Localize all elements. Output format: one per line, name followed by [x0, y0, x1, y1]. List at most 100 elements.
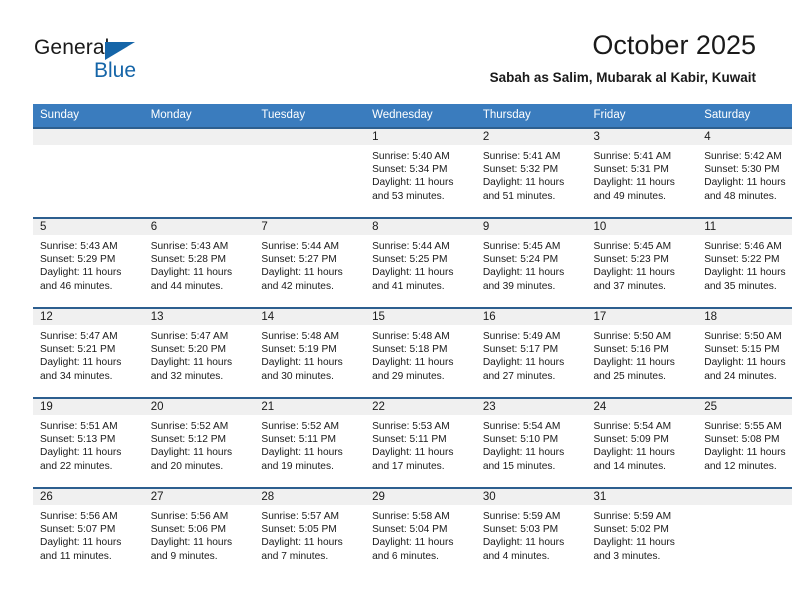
calendar-day-cell[interactable]: 22 Sunrise: 5:53 AM Sunset: 5:11 PM Dayligh…	[365, 397, 476, 488]
daylight-duration-line1: Daylight: 11 hours	[40, 537, 122, 549]
weekday-header-wednesday: Wednesday	[365, 104, 476, 128]
daylight-duration-line1: Daylight: 11 hours	[372, 447, 454, 459]
daylight-duration-line2: and 19 minutes.	[261, 460, 334, 472]
calendar-day-cell[interactable]: 24 Sunrise: 5:54 AM Sunset: 5:09 PM Dayligh…	[586, 397, 698, 488]
calendar-day-cell[interactable]: 29 Sunrise: 5:58 AM Sunset: 5:04 PM Dayligh…	[365, 487, 476, 577]
calendar-day-cell-empty	[33, 127, 144, 218]
calendar-day-cell[interactable]: 23 Sunrise: 5:54 AM Sunset: 5:10 PM Dayligh…	[475, 397, 587, 488]
day-details: Sunrise: 5:41 AM Sunset: 5:32 PM Daylight:…	[476, 145, 587, 203]
day-details: Sunrise: 5:50 AM Sunset: 5:16 PM Daylight:…	[587, 325, 698, 383]
sunrise-time: Sunrise: 5:44 AM	[261, 241, 339, 252]
day-details: Sunrise: 5:52 AM Sunset: 5:12 PM Daylight:…	[144, 415, 255, 473]
calendar-day-cell[interactable]: 2 Sunrise: 5:41 AM Sunset: 5:32 PM Daylight…	[475, 127, 587, 218]
calendar-day-cell[interactable]: 13 Sunrise: 5:47 AM Sunset: 5:20 PM Dayligh…	[143, 307, 255, 398]
sunset-time: Sunset: 5:15 PM	[704, 344, 780, 356]
daylight-duration-line2: and 34 minutes.	[40, 370, 113, 382]
calendar-day-cell[interactable]: 5 Sunrise: 5:43 AM Sunset: 5:29 PM Daylight…	[33, 217, 144, 308]
daylight-duration-line1: Daylight: 11 hours	[372, 537, 454, 549]
day-details: Sunrise: 5:51 AM Sunset: 5:13 PM Daylight:…	[33, 415, 144, 473]
calendar-day-cell[interactable]: 4 Sunrise: 5:42 AM Sunset: 5:30 PM Daylight…	[697, 127, 792, 218]
calendar-day-cell[interactable]: 17 Sunrise: 5:50 AM Sunset: 5:16 PM Dayligh…	[586, 307, 698, 398]
calendar-day-cell[interactable]: 27 Sunrise: 5:56 AM Sunset: 5:06 PM Dayligh…	[143, 487, 255, 577]
calendar-day-cell[interactable]: 20 Sunrise: 5:52 AM Sunset: 5:12 PM Dayligh…	[143, 397, 255, 488]
day-details: Sunrise: 5:47 AM Sunset: 5:21 PM Daylight:…	[33, 325, 144, 383]
daylight-duration-line2: and 9 minutes.	[150, 550, 218, 562]
daylight-duration-line2: and 22 minutes.	[40, 460, 113, 472]
day-details: Sunrise: 5:59 AM Sunset: 5:03 PM Daylight:…	[476, 505, 587, 563]
day-details: Sunrise: 5:45 AM Sunset: 5:24 PM Daylight:…	[476, 235, 587, 293]
calendar-day-cell[interactable]: 30 Sunrise: 5:59 AM Sunset: 5:03 PM Dayligh…	[475, 487, 587, 577]
day-details: Sunrise: 5:53 AM Sunset: 5:11 PM Daylight:…	[365, 415, 476, 473]
day-number: 18	[697, 309, 792, 325]
day-number: 9	[475, 219, 587, 235]
sunrise-time: Sunrise: 5:57 AM	[261, 511, 339, 522]
calendar-day-cell[interactable]: 25 Sunrise: 5:55 AM Sunset: 5:08 PM Dayligh…	[697, 397, 792, 488]
day-number: 7	[254, 219, 366, 235]
calendar-week-row: 1 Sunrise: 5:40 AM Sunset: 5:34 PM Daylight…	[33, 127, 792, 218]
calendar-week-row: 5 Sunrise: 5:43 AM Sunset: 5:29 PM Daylight…	[33, 217, 792, 308]
day-number: 12	[33, 309, 144, 325]
calendar-day-cell[interactable]: 21 Sunrise: 5:52 AM Sunset: 5:11 PM Dayligh…	[254, 397, 366, 488]
day-number: 31	[586, 489, 698, 505]
weekday-header-thursday: Thursday	[475, 104, 587, 128]
calendar-day-cell[interactable]: 15 Sunrise: 5:48 AM Sunset: 5:18 PM Dayligh…	[365, 307, 476, 398]
daylight-duration-line2: and 25 minutes.	[593, 370, 667, 382]
logo-text-general: General	[34, 36, 110, 59]
calendar-day-cell[interactable]: 12 Sunrise: 5:47 AM Sunset: 5:21 PM Dayligh…	[33, 307, 144, 398]
daylight-duration-line1: Daylight: 11 hours	[40, 357, 122, 369]
calendar-day-cell[interactable]: 28 Sunrise: 5:57 AM Sunset: 5:05 PM Dayligh…	[254, 487, 366, 577]
calendar-week-row: 26 Sunrise: 5:56 AM Sunset: 5:07 PM Dayligh…	[33, 487, 792, 577]
daylight-duration-line2: and 3 minutes.	[593, 550, 661, 562]
weekday-header-sunday: Sunday	[33, 104, 144, 128]
calendar-day-cell[interactable]: 10 Sunrise: 5:45 AM Sunset: 5:23 PM Dayligh…	[586, 217, 698, 308]
day-details: Sunrise: 5:46 AM Sunset: 5:22 PM Daylight:…	[697, 235, 792, 293]
sunset-time: Sunset: 5:19 PM	[261, 344, 337, 356]
sunrise-time: Sunrise: 5:53 AM	[372, 421, 450, 432]
calendar-day-cell[interactable]: 26 Sunrise: 5:56 AM Sunset: 5:07 PM Dayligh…	[33, 487, 144, 577]
calendar-day-cell[interactable]: 3 Sunrise: 5:41 AM Sunset: 5:31 PM Daylight…	[586, 127, 698, 218]
day-number: 6	[143, 219, 255, 235]
day-number: 17	[586, 309, 698, 325]
calendar-day-cell[interactable]: 7 Sunrise: 5:44 AM Sunset: 5:27 PM Daylight…	[254, 217, 366, 308]
sunrise-time: Sunrise: 5:42 AM	[704, 151, 782, 162]
sunrise-time: Sunrise: 5:52 AM	[150, 421, 229, 432]
sunrise-time: Sunrise: 5:51 AM	[40, 421, 118, 432]
calendar-day-cell[interactable]: 1 Sunrise: 5:40 AM Sunset: 5:34 PM Daylight…	[365, 127, 476, 218]
sunset-time: Sunset: 5:06 PM	[150, 524, 227, 536]
daylight-duration-line2: and 15 minutes.	[482, 460, 556, 472]
sunset-time: Sunset: 5:11 PM	[372, 434, 447, 446]
daylight-duration-line2: and 46 minutes.	[40, 280, 113, 292]
daylight-duration-line2: and 30 minutes.	[261, 370, 334, 382]
calendar-day-cell[interactable]: 6 Sunrise: 5:43 AM Sunset: 5:28 PM Daylight…	[143, 217, 255, 308]
sunset-time: Sunset: 5:17 PM	[482, 344, 559, 356]
calendar-day-cell[interactable]: 31 Sunrise: 5:59 AM Sunset: 5:02 PM Dayligh…	[586, 487, 698, 577]
daylight-duration-line2: and 20 minutes.	[150, 460, 224, 472]
daylight-duration-line1: Daylight: 11 hours	[593, 447, 675, 459]
day-number: 4	[697, 129, 792, 145]
daylight-duration-line2: and 7 minutes.	[261, 550, 329, 562]
calendar-day-cell[interactable]: 11 Sunrise: 5:46 AM Sunset: 5:22 PM Dayligh…	[697, 217, 792, 308]
calendar-day-cell[interactable]: 8 Sunrise: 5:44 AM Sunset: 5:25 PM Daylight…	[365, 217, 476, 308]
sunset-time: Sunset: 5:27 PM	[261, 254, 337, 266]
calendar-day-cell[interactable]: 14 Sunrise: 5:48 AM Sunset: 5:19 PM Dayligh…	[254, 307, 366, 398]
calendar-day-cell[interactable]: 16 Sunrise: 5:49 AM Sunset: 5:17 PM Dayligh…	[475, 307, 587, 398]
daylight-duration-line2: and 39 minutes.	[482, 280, 556, 292]
daylight-duration-line1: Daylight: 11 hours	[704, 177, 786, 189]
daylight-duration-line1: Daylight: 11 hours	[372, 357, 454, 369]
day-details: Sunrise: 5:45 AM Sunset: 5:23 PM Daylight:…	[587, 235, 698, 293]
day-number	[254, 129, 366, 145]
sunset-time: Sunset: 5:11 PM	[261, 434, 336, 446]
sunrise-time: Sunrise: 5:50 AM	[704, 331, 782, 342]
calendar-day-cell[interactable]: 18 Sunrise: 5:50 AM Sunset: 5:15 PM Dayligh…	[697, 307, 792, 398]
calendar-day-cell[interactable]: 9 Sunrise: 5:45 AM Sunset: 5:24 PM Daylight…	[475, 217, 587, 308]
calendar-day-cell[interactable]: 19 Sunrise: 5:51 AM Sunset: 5:13 PM Dayligh…	[33, 397, 144, 488]
calendar-body: 1 Sunrise: 5:40 AM Sunset: 5:34 PM Daylight…	[33, 127, 792, 577]
sunrise-time: Sunrise: 5:58 AM	[372, 511, 450, 522]
day-number: 3	[586, 129, 698, 145]
sunset-time: Sunset: 5:12 PM	[150, 434, 227, 446]
sunset-time: Sunset: 5:03 PM	[482, 524, 559, 536]
daylight-duration-line2: and 14 minutes.	[593, 460, 667, 472]
day-number: 20	[143, 399, 255, 415]
day-details	[697, 505, 792, 510]
daylight-duration-line2: and 29 minutes.	[372, 370, 445, 382]
